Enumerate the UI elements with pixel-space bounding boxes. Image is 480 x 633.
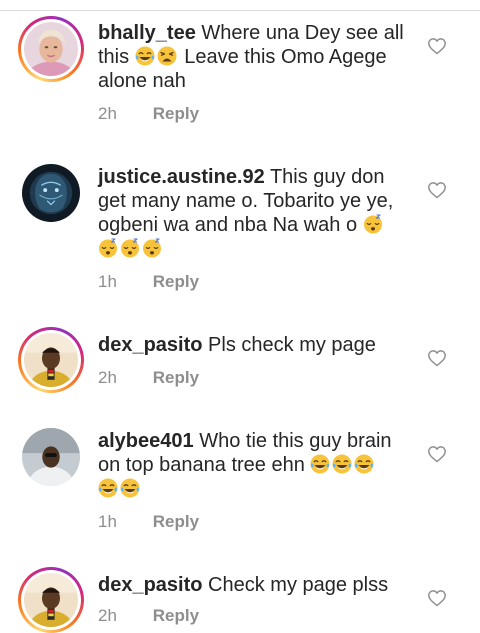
avatar[interactable] xyxy=(22,428,80,486)
comment-message: Pls check my page xyxy=(208,334,376,356)
avatar[interactable] xyxy=(18,16,84,82)
comment-message: Check my page plss xyxy=(208,574,389,596)
face-with-tears-of-joy-icon xyxy=(98,478,118,498)
avatar-photo xyxy=(24,573,78,627)
comment-meta: 2h Reply xyxy=(98,368,199,388)
comment-timestamp: 2h xyxy=(98,368,117,387)
sleeping-face-icon xyxy=(98,238,118,258)
heart-outline-icon[interactable] xyxy=(427,181,447,199)
comment-meta: 1h Reply xyxy=(98,512,199,532)
comment-timestamp: 2h xyxy=(98,104,117,123)
comment-timestamp: 2h xyxy=(98,606,117,625)
avatar[interactable] xyxy=(22,164,80,222)
comment-username[interactable]: dex_pasito xyxy=(98,334,202,356)
sleeping-face-icon xyxy=(120,238,140,258)
top-divider xyxy=(0,10,480,11)
avatar-photo xyxy=(24,333,78,387)
face-with-tears-of-joy-icon xyxy=(120,478,140,498)
face-with-tears-of-joy-icon xyxy=(135,46,155,66)
comment-timestamp: 1h xyxy=(98,272,117,291)
weary-face-icon xyxy=(157,46,177,66)
comment-username[interactable]: justice.austine.92 xyxy=(98,166,265,188)
comment-meta: 1h Reply xyxy=(98,272,199,292)
comment-text: justice.austine.92 This guy don get many… xyxy=(98,165,410,261)
reply-button[interactable]: Reply xyxy=(153,512,199,531)
reply-button[interactable]: Reply xyxy=(153,368,199,387)
reply-button[interactable]: Reply xyxy=(153,606,199,625)
comment-text: bhally_tee Where una Dey see all this Le… xyxy=(98,21,410,93)
heart-outline-icon[interactable] xyxy=(427,37,447,55)
comment-username[interactable]: alybee401 xyxy=(98,430,194,452)
reply-button[interactable]: Reply xyxy=(153,272,199,291)
comment-username[interactable]: bhally_tee xyxy=(98,22,196,44)
face-with-tears-of-joy-icon xyxy=(332,454,352,474)
comment-meta: 2h Reply xyxy=(98,606,199,626)
avatar-photo xyxy=(24,22,78,76)
avatar-photo xyxy=(22,428,80,486)
comment-meta: 2h Reply xyxy=(98,104,199,124)
sleeping-face-icon xyxy=(142,238,162,258)
comment-username[interactable]: dex_pasito xyxy=(98,574,202,596)
comment-text: dex_pasito Check my page plss xyxy=(98,573,410,597)
comment-text: dex_pasito Pls check my page xyxy=(98,333,410,357)
face-with-tears-of-joy-icon xyxy=(354,454,374,474)
reply-button[interactable]: Reply xyxy=(153,104,199,123)
avatar[interactable] xyxy=(18,567,84,633)
avatar-photo xyxy=(22,164,80,222)
comment-timestamp: 1h xyxy=(98,512,117,531)
heart-outline-icon[interactable] xyxy=(427,589,447,607)
heart-outline-icon[interactable] xyxy=(427,445,447,463)
avatar[interactable] xyxy=(18,327,84,393)
comment-text: alybee401 Who tie this guy brain on top … xyxy=(98,429,410,501)
heart-outline-icon[interactable] xyxy=(427,349,447,367)
sleeping-face-icon xyxy=(363,214,383,234)
face-with-tears-of-joy-icon xyxy=(310,454,330,474)
